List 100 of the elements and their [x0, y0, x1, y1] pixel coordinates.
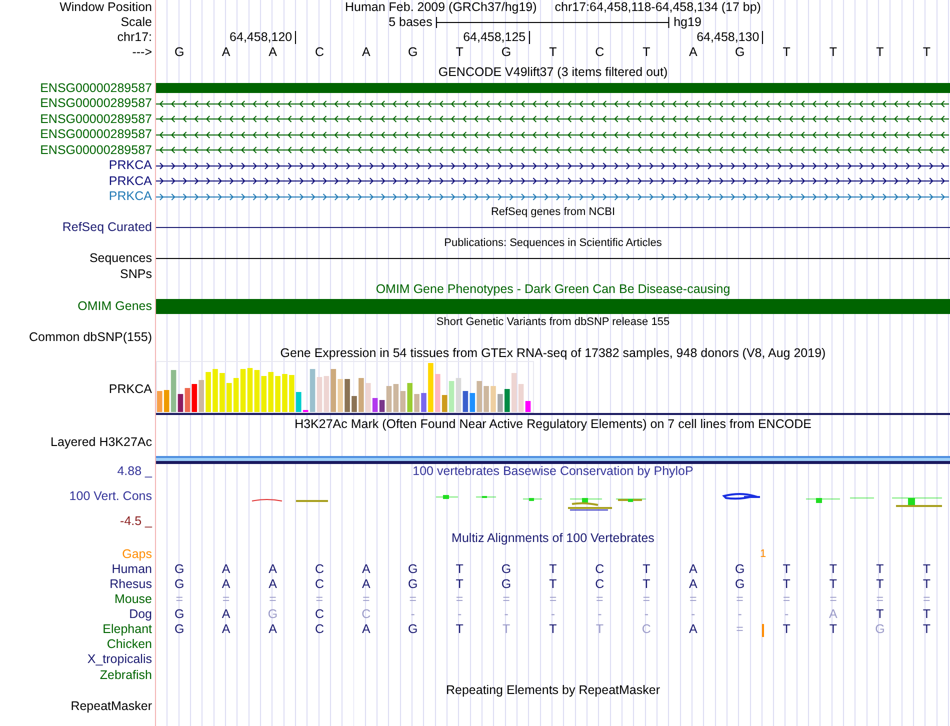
track-label[interactable]: OMIM Genes — [78, 298, 152, 314]
ruler-tick-label: 64,458,130 — [696, 31, 764, 44]
base-letter: C — [362, 606, 371, 622]
track-title: RefSeq genes from NCBI — [490, 204, 616, 220]
base-letter: T — [642, 562, 650, 576]
axis-min-label: -4.5 _ — [120, 514, 152, 528]
base-letter: G — [174, 576, 184, 592]
scale-assembly: hg19 — [674, 15, 702, 30]
expression-bar[interactable] — [470, 393, 476, 412]
track-title: 100 vertebrates Basewise Conservation by PhyloP — [412, 464, 694, 478]
track-label[interactable]: ENSG00000289587 — [40, 80, 152, 96]
assembly-text: Human Feb. 2009 (GRCh37/hg19) — [345, 0, 537, 15]
track-label[interactable]: ENSG00000289587 — [40, 96, 152, 112]
base-letter: G — [268, 606, 278, 622]
base-letter: G — [501, 562, 512, 576]
base-letter: G — [174, 45, 184, 60]
base-letter: = — [456, 592, 464, 606]
base-letter: T — [642, 45, 650, 60]
track-label[interactable]: RepeatMasker — [70, 698, 152, 714]
base-letter: T — [549, 562, 557, 576]
base-letter: A — [362, 562, 370, 576]
expression-bar[interactable] — [379, 400, 385, 412]
expression-bar[interactable] — [192, 384, 198, 412]
base-letter: C — [595, 45, 604, 60]
track-label[interactable]: RefSeq Curated — [62, 220, 152, 236]
base-letter: = — [362, 592, 370, 606]
base-letter: C — [642, 622, 651, 636]
base-letter: = — [876, 592, 884, 606]
track-label[interactable]: PRKCA — [108, 158, 152, 174]
axis-max-label: 4.88 _ — [117, 464, 152, 478]
gene-strand-line[interactable] — [156, 115, 949, 124]
ruler-tick-label: 64,458,120 — [230, 31, 296, 44]
gene-strand-line[interactable] — [156, 146, 949, 154]
gene-block[interactable] — [156, 83, 950, 94]
base-letter: T — [922, 606, 930, 622]
base-letter: T — [782, 562, 790, 576]
track-label[interactable]: SNPs — [120, 266, 152, 282]
base-letter: = — [222, 592, 230, 606]
track-label[interactable]: Mouse — [114, 592, 152, 606]
gene-strand-line[interactable] — [156, 177, 949, 186]
expression-bar[interactable] — [372, 398, 378, 412]
base-letter: C — [314, 562, 324, 576]
track-label[interactable]: PRKCA — [108, 382, 152, 396]
gene-block[interactable] — [156, 298, 950, 314]
expression-bar[interactable] — [178, 394, 184, 412]
base-letter: T — [456, 562, 464, 576]
scale-span: 5 bases — [388, 15, 432, 30]
base-letter: A — [222, 562, 230, 576]
base-letter: = — [596, 592, 604, 606]
track-label[interactable]: PRKCA — [108, 174, 152, 189]
track-label[interactable]: ENSG00000289587 — [40, 112, 152, 127]
base-letter: G — [174, 606, 184, 622]
base-letter: G — [501, 45, 512, 60]
track-label[interactable]: Zebrafish — [100, 668, 152, 683]
track-label[interactable]: Layered H3K27Ac — [50, 434, 152, 450]
base-letter: A — [268, 562, 277, 576]
row-label: Window Position — [60, 0, 152, 15]
base-letter: T — [549, 45, 557, 60]
base-letter: G — [408, 622, 418, 636]
base-letter: = — [736, 622, 744, 636]
track-label[interactable]: X_tropicalis — [87, 652, 152, 668]
track-label[interactable]: Human — [112, 562, 152, 576]
track-title: Gene Expression in 54 tissues from GTEx RNA-seq of 17382 samples, 948 donors (V8, Aug 2019) — [280, 346, 826, 361]
gene-strand-line[interactable] — [156, 100, 949, 108]
track-label[interactable]: ENSG00000289587 — [40, 127, 152, 142]
base-letter: T — [456, 576, 464, 592]
base-letter: - — [784, 606, 789, 622]
gene-strand-line[interactable] — [156, 130, 949, 139]
base-letter: T — [829, 622, 838, 636]
base-letter: - — [738, 606, 742, 622]
track-label[interactable]: Elephant — [102, 622, 152, 636]
expression-bar[interactable] — [442, 395, 448, 412]
track-label[interactable]: PRKCA — [108, 189, 152, 204]
base-letter: T — [876, 45, 884, 60]
track-title: H3K27Ac Mark (Often Found Near Active Regulatory Elements) on 7 cell lines from ENCODE — [294, 417, 812, 432]
base-letter: A — [222, 622, 230, 636]
base-letter: - — [598, 606, 602, 622]
track-label[interactable]: ENSG00000289587 — [40, 142, 152, 158]
base-letter: T — [876, 562, 884, 576]
base-letter: = — [689, 592, 697, 606]
base-letter: A — [222, 576, 230, 592]
base-letter: = — [642, 592, 650, 606]
expression-bar[interactable] — [462, 391, 468, 412]
base-letter: = — [316, 592, 324, 606]
base-letter: G — [501, 576, 512, 592]
track-label[interactable]: Common dbSNP(155) — [29, 330, 152, 346]
base-letter: - — [410, 606, 415, 622]
track-label[interactable]: Sequences — [89, 251, 152, 266]
track-title: Publications: Sequences in Scientific Articles — [444, 236, 662, 251]
base-letter: A — [362, 576, 370, 592]
base-letter: G — [734, 576, 745, 592]
base-letter: T — [922, 622, 930, 636]
gene-strand-line[interactable] — [156, 162, 949, 170]
row-label: ---> — [132, 45, 152, 60]
base-letter: A — [222, 606, 230, 622]
base-letter: T — [456, 45, 464, 60]
track-label[interactable]: 100 Vert. Cons — [69, 488, 152, 504]
track-label[interactable]: Chicken — [106, 636, 152, 652]
track-label[interactable]: Dog — [129, 606, 152, 622]
track-label[interactable]: Rhesus — [110, 576, 152, 592]
